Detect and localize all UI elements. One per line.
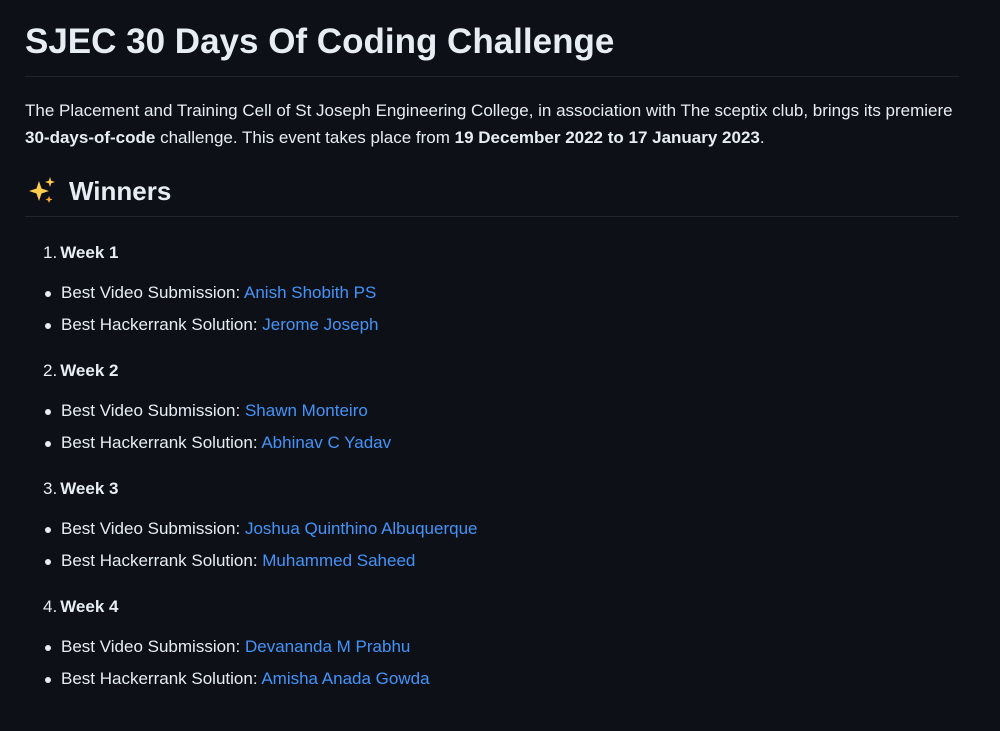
award-category: Best Video Submission: [61,519,245,538]
sparkles-icon [25,175,57,207]
week-label: Week 3 [60,479,119,498]
week-heading: 1. Week 1 [43,241,959,265]
winners-heading-label: Winners [69,176,172,206]
week-heading: 2. Week 2 [43,359,959,383]
award-list: Best Video Submission: Anish Shobith PS … [45,281,959,337]
list-item: Best Hackerrank Solution: Jerome Joseph [45,313,959,337]
week-item: 1. Week 1 Best Video Submission: Anish Sh… [43,241,959,337]
award-category: Best Video Submission: [61,283,245,302]
winner-link[interactable]: Anish Shobith PS [244,283,376,302]
readme-content: SJEC 30 Days Of Coding Challenge The Pla… [25,0,959,713]
intro-text-3: . [759,128,765,147]
list-item: Best Hackerrank Solution: Amisha Anada G… [45,667,959,691]
winner-link[interactable]: Jerome Joseph [262,315,378,334]
intro-text-1: The Placement and Training Cell of St Jo… [25,101,953,120]
week-number: 3. [43,479,58,498]
week-item: 2. Week 2 Best Video Submission: Shawn Mo… [43,359,959,455]
winner-link[interactable]: Amisha Anada Gowda [261,669,429,688]
week-label: Week 4 [60,597,119,616]
week-heading: 3. Week 3 [43,477,959,501]
week-label: Week 1 [60,243,119,262]
award-category: Best Video Submission: [61,401,245,420]
week-heading: 4. Week 4 [43,595,959,619]
winner-link[interactable]: Devananda M Prabhu [245,637,410,656]
week-number: 1. [43,243,58,262]
list-item: Best Video Submission: Joshua Quinthino … [45,517,959,541]
intro-bold-dates: 19 December 2022 to 17 January 2023 [454,128,760,147]
award-category: Best Hackerrank Solution: [61,551,263,570]
award-category: Best Hackerrank Solution: [61,433,262,452]
week-number: 4. [43,597,58,616]
winner-link[interactable]: Muhammed Saheed [262,551,415,570]
award-list: Best Video Submission: Joshua Quinthino … [45,517,959,573]
list-item: Best Video Submission: Shawn Monteiro [45,399,959,423]
intro-text-2: challenge. This event takes place from [155,128,455,147]
award-list: Best Video Submission: Devananda M Prabh… [45,635,959,691]
list-item: Best Hackerrank Solution: Abhinav C Yada… [45,431,959,455]
winners-heading: Winners [25,175,959,217]
intro-paragraph: The Placement and Training Cell of St Jo… [25,97,959,151]
winner-link[interactable]: Abhinav C Yadav [261,433,391,452]
week-item: 3. Week 3 Best Video Submission: Joshua Q… [43,477,959,573]
list-item: Best Video Submission: Devananda M Prabh… [45,635,959,659]
week-number: 2. [43,361,58,380]
award-category: Best Video Submission: [61,637,245,656]
award-category: Best Hackerrank Solution: [61,315,263,334]
weeks-list: 1. Week 1 Best Video Submission: Anish Sh… [25,241,959,691]
intro-bold-event-name: 30-days-of-code [25,128,156,147]
week-label: Week 2 [60,361,119,380]
winner-link[interactable]: Shawn Monteiro [245,401,368,420]
list-item: Best Hackerrank Solution: Muhammed Sahee… [45,549,959,573]
winner-link[interactable]: Joshua Quinthino Albuquerque [245,519,478,538]
award-category: Best Hackerrank Solution: [61,669,262,688]
award-list: Best Video Submission: Shawn Monteiro Be… [45,399,959,455]
page-title: SJEC 30 Days Of Coding Challenge [25,0,959,77]
week-item: 4. Week 4 Best Video Submission: Devanand… [43,595,959,691]
list-item: Best Video Submission: Anish Shobith PS [45,281,959,305]
